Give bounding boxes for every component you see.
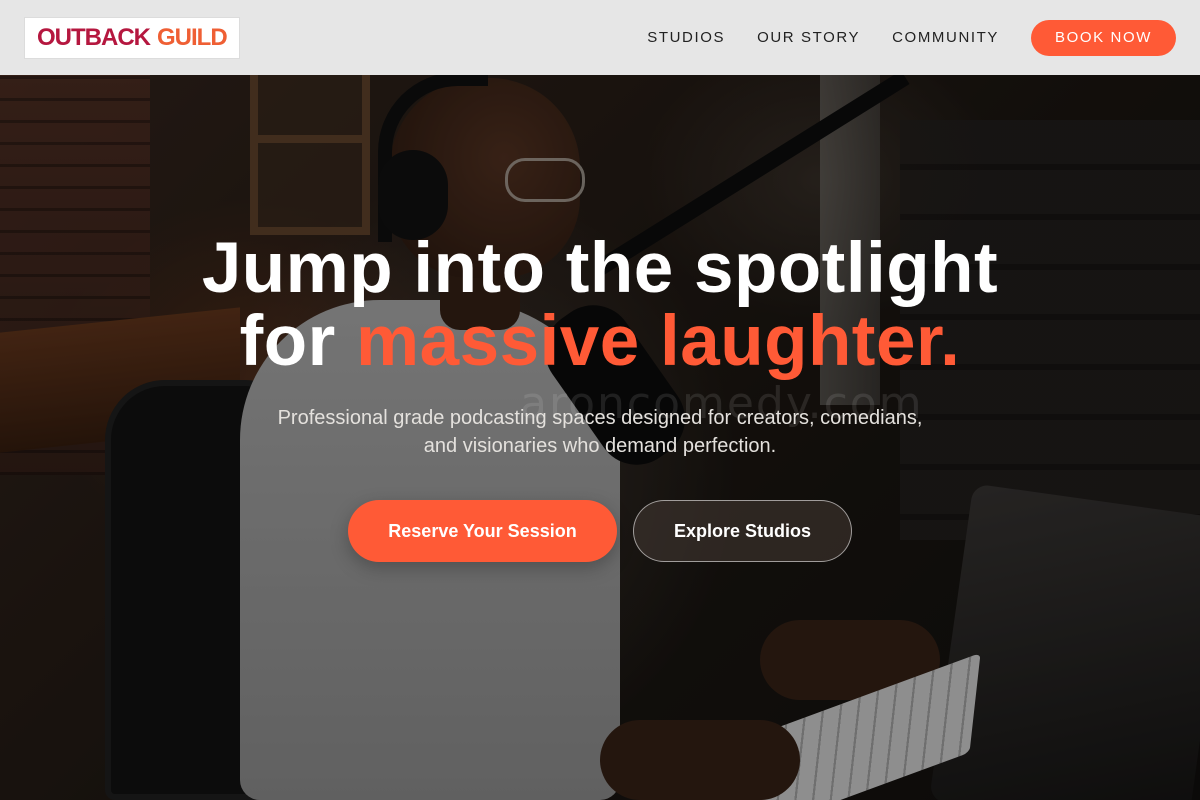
headline-line-2-prefix: for xyxy=(239,302,356,381)
hero-cta-row: Reserve Your Session Explore Studios xyxy=(0,500,1200,562)
headline-accent-text: massive laughter. xyxy=(355,302,961,381)
explore-studios-button[interactable]: Explore Studios xyxy=(633,500,852,562)
headline-line-1: Jump into the spotlight xyxy=(201,229,999,308)
top-navbar: OUTBACK GUILD STUDIOS OUR STORY COMMUNIT… xyxy=(0,0,1200,75)
nav-link-community[interactable]: COMMUNITY xyxy=(892,29,999,46)
nav-link-studios[interactable]: STUDIOS xyxy=(647,29,725,46)
logo-word-outback: OUTBACK xyxy=(37,23,151,51)
logo-word-guild: GUILD xyxy=(157,23,228,51)
hero-subheadline: Professional grade podcasting spaces des… xyxy=(277,407,923,457)
hero-content: Jump into the spotlight for massive laug… xyxy=(0,232,1200,562)
hero-headline: Jump into the spotlight for massive laug… xyxy=(0,232,1200,378)
site-logo[interactable]: OUTBACK GUILD xyxy=(24,16,240,59)
nav-link-our-story[interactable]: OUR STORY xyxy=(757,29,860,46)
reserve-session-button[interactable]: Reserve Your Session xyxy=(348,500,617,562)
book-now-button[interactable]: BOOK NOW xyxy=(1031,19,1176,56)
nav-links: STUDIOS OUR STORY COMMUNITY BOOK NOW xyxy=(615,19,1176,56)
